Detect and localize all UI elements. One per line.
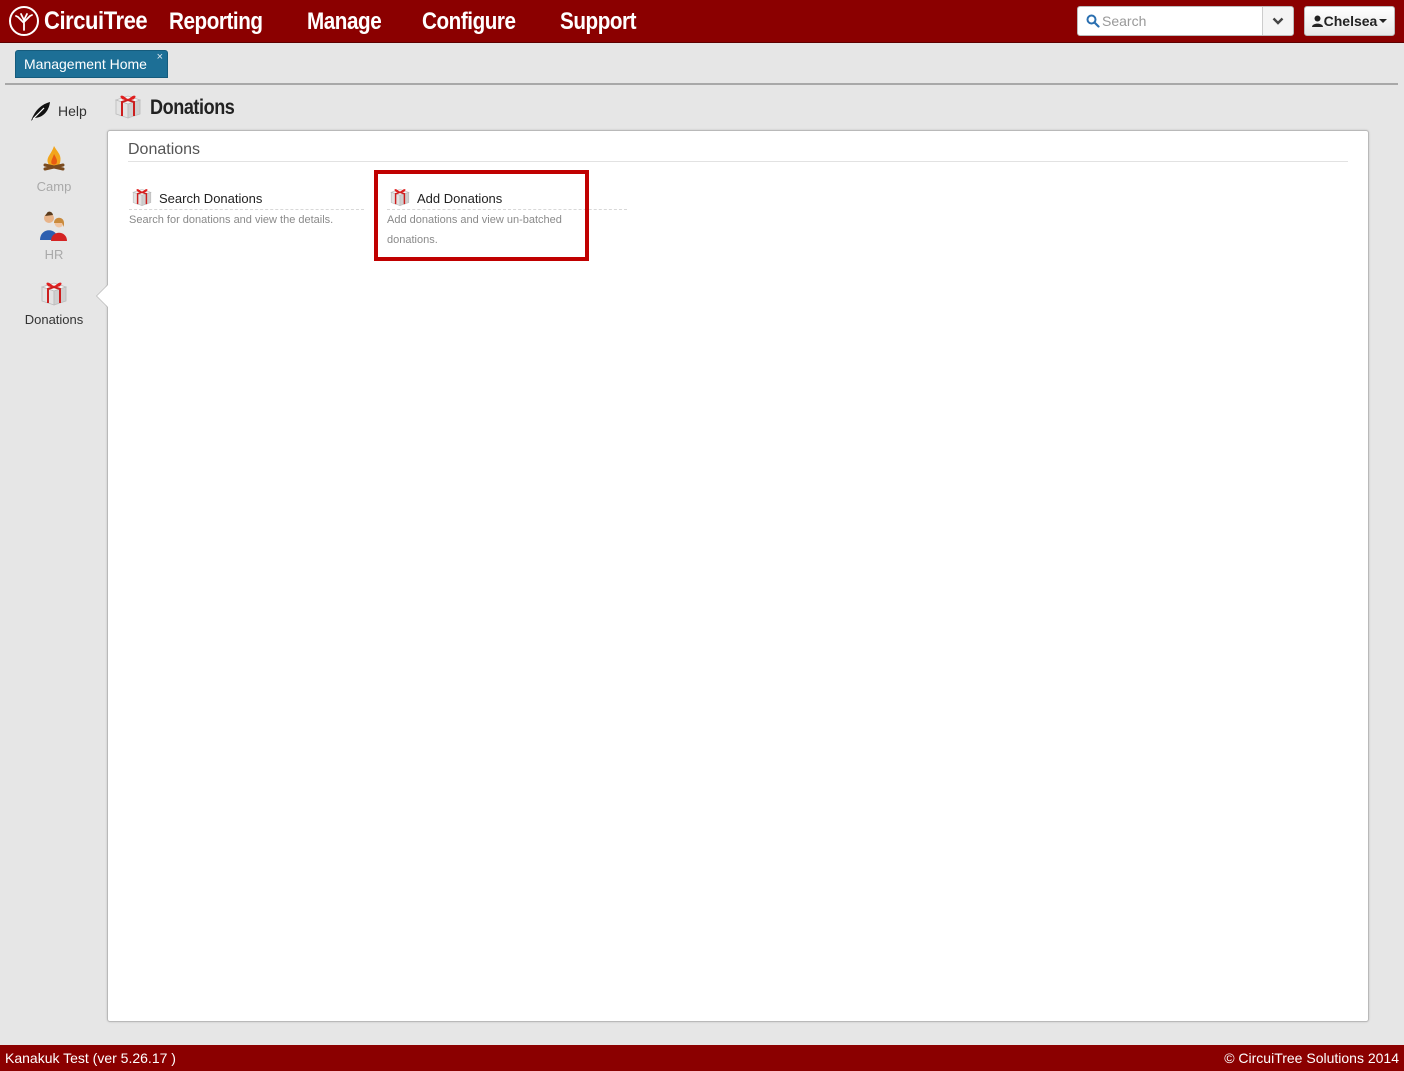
footer-copyright: © CircuiTree Solutions 2014: [1224, 1050, 1399, 1066]
search-box: [1077, 6, 1294, 36]
footer-version: Kanakuk Test (ver 5.26.17 ): [5, 1050, 176, 1066]
gift-box-icon: [132, 189, 152, 206]
tab-divider: [5, 83, 1398, 85]
action-header: Add Donations: [387, 184, 627, 210]
section-title: Donations: [128, 141, 1348, 162]
people-icon: [40, 211, 67, 241]
nav-configure[interactable]: Configure: [422, 0, 516, 42]
sidebar-item-hr[interactable]: HR: [12, 210, 96, 262]
main-nav: Reporting Manage Configure Support: [169, 0, 678, 42]
sidebar-donations-label: Donations: [24, 312, 84, 327]
sidebar-camp-label: Camp: [36, 179, 72, 194]
gift-box-icon: [40, 282, 68, 306]
tree-logo-icon: [9, 6, 39, 36]
content-panel: Donations Search Donations Search for do…: [107, 130, 1369, 1022]
active-item-pointer: [97, 285, 108, 307]
sidebar-help-label: Help: [58, 103, 87, 119]
action-description: Search for donations and view the detail…: [129, 214, 334, 226]
gift-box-icon: [114, 95, 142, 119]
action-header: Search Donations: [129, 184, 364, 210]
nav-support[interactable]: Support: [560, 0, 637, 42]
tab-label: Management Home: [24, 56, 147, 72]
search-donations-action[interactable]: Search Donations Search for donations an…: [129, 184, 364, 230]
sidebar-hr-label: HR: [44, 247, 64, 262]
top-navbar: CircuiTree Reporting Manage Configure Su…: [0, 0, 1404, 43]
search-input[interactable]: [1102, 7, 1262, 35]
gift-box-icon: [390, 189, 410, 206]
user-icon: [1311, 15, 1323, 27]
chevron-down-icon: [1272, 17, 1284, 25]
page-header: Donations: [112, 90, 248, 120]
brand-name: CircuiTree: [44, 6, 148, 35]
action-description: Add donations and view un-batched donati…: [387, 214, 562, 246]
sidebar-item-donations[interactable]: Donations: [12, 277, 96, 327]
user-name: Chelsea: [1323, 13, 1378, 29]
tab-management-home[interactable]: Management Home ×: [15, 50, 168, 78]
close-icon[interactable]: ×: [157, 44, 163, 71]
search-icon: [1086, 14, 1100, 33]
sidebar-item-help[interactable]: Help: [28, 99, 98, 123]
action-title[interactable]: Search Donations: [159, 191, 262, 206]
user-menu-button[interactable]: Chelsea: [1304, 6, 1395, 36]
brand-logo[interactable]: CircuiTree: [9, 4, 161, 38]
campfire-icon: [43, 146, 65, 171]
leaf-icon: [31, 102, 50, 121]
sidebar-item-camp[interactable]: Camp: [12, 144, 96, 194]
search-options-button[interactable]: [1262, 7, 1293, 35]
nav-reporting[interactable]: Reporting: [169, 0, 263, 42]
action-title[interactable]: Add Donations: [417, 191, 502, 206]
caret-down-icon: [1379, 19, 1388, 23]
add-donations-action[interactable]: Add Donations Add donations and view un-…: [387, 184, 627, 250]
nav-manage[interactable]: Manage: [307, 0, 382, 42]
footer: Kanakuk Test (ver 5.26.17 ) © CircuiTree…: [0, 1045, 1404, 1071]
page-title: Donations: [150, 96, 235, 119]
